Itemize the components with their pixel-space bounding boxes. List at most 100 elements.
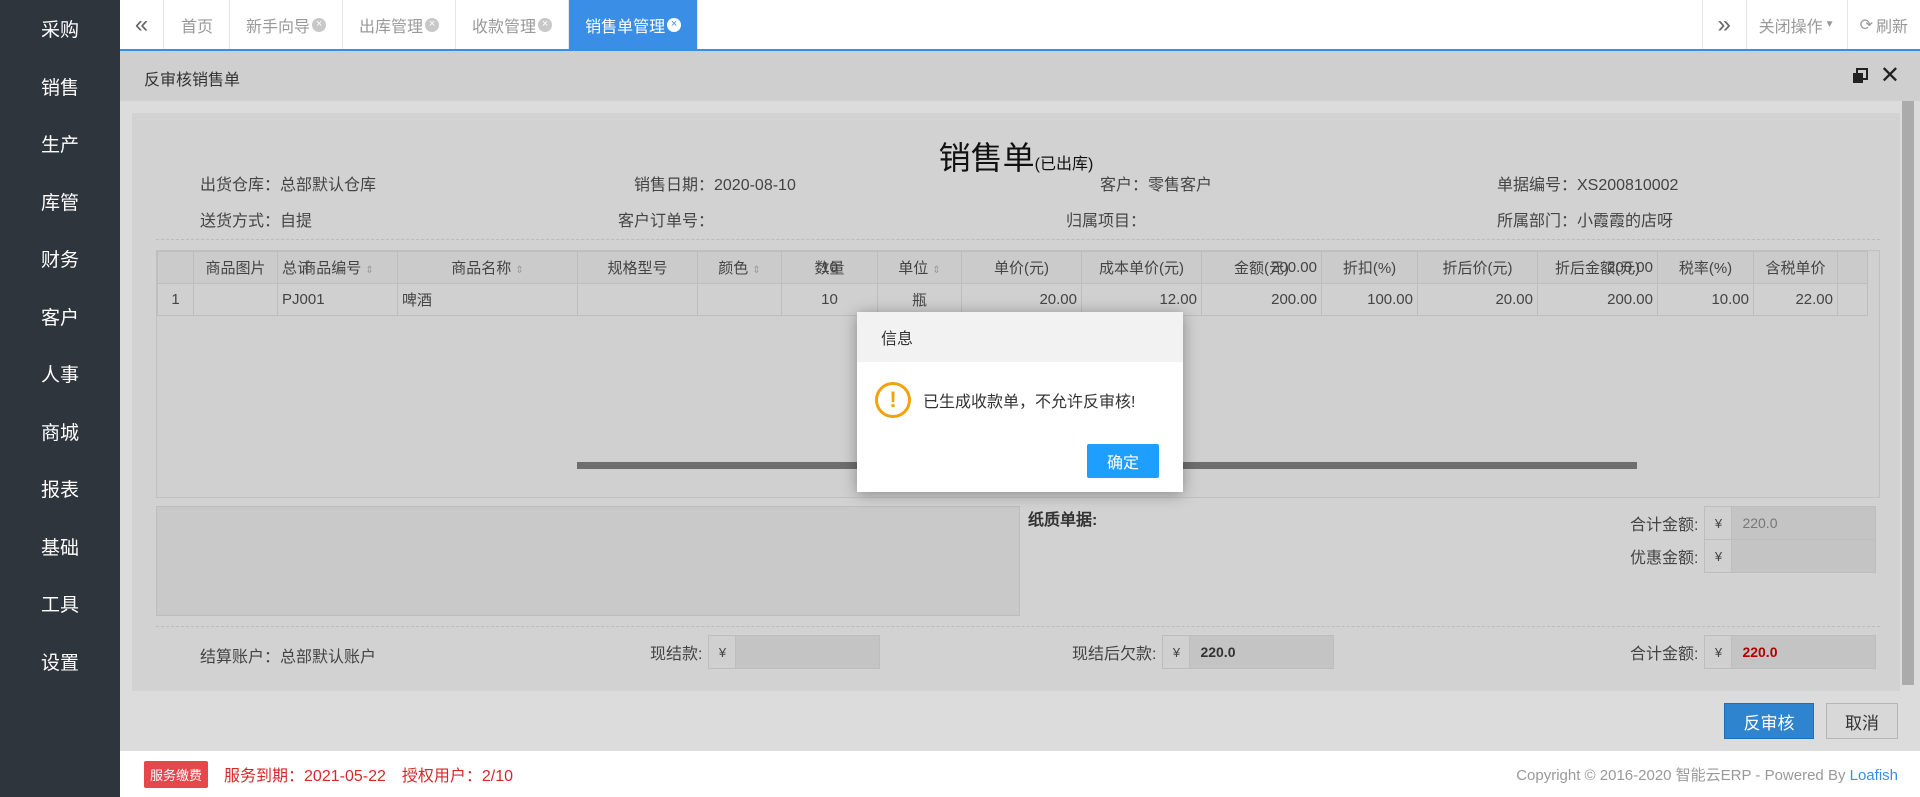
divider <box>156 626 1880 627</box>
window-title-bar: 反审核销售单 ✕ <box>120 51 1920 101</box>
total-cell <box>877 251 962 284</box>
total-amount-input[interactable]: 220.0 <box>1732 635 1877 669</box>
warning-icon: ! <box>875 382 911 418</box>
tab-scroll-right-icon[interactable]: » <box>1701 0 1746 49</box>
total-cell <box>1657 251 1754 284</box>
sidebar: 采购 销售 生产 库管 财务 客户 人事 商城 报表 基础 工具 设置 <box>0 0 120 797</box>
info-dialog: 信息 ! 已生成收款单，不允许反审核! 确定 <box>857 312 1183 492</box>
sidebar-item-purchase[interactable]: 采购 <box>0 0 120 58</box>
sidebar-item-reports[interactable]: 报表 <box>0 460 120 518</box>
refresh-button[interactable]: ⟳ 刷新 <box>1846 0 1920 49</box>
sum-amount-input[interactable]: 220.0 <box>1732 506 1877 540</box>
doc-status: (已出库) <box>1034 156 1094 173</box>
licensed-users-text: 授权用户：2/10 <box>401 768 514 785</box>
cell-tax-price[interactable]: 22.00 <box>1753 283 1838 316</box>
dialog-title: 信息 <box>857 312 1183 362</box>
doc-title-text: 销售单 <box>938 140 1035 176</box>
refresh-icon: ⟳ <box>1859 16 1873 34</box>
total-cell <box>1417 251 1538 284</box>
copyright-text: Copyright © 2016-2020 智能云ERP - Powered B… <box>1516 764 1898 785</box>
close-icon[interactable]: ✕ <box>1880 61 1900 90</box>
tab-home[interactable]: 首页 <box>165 0 231 49</box>
cell-disc-amount[interactable]: 200.00 <box>1537 283 1658 316</box>
close-operations-label: 关闭操作 <box>1758 18 1823 36</box>
sidebar-item-mall[interactable]: 商城 <box>0 403 120 461</box>
field-customer: 客户：零售客户 <box>1100 177 1213 194</box>
cell-discount[interactable]: 100.00 <box>1321 283 1418 316</box>
close-icon[interactable]: × <box>425 17 440 32</box>
total-cell <box>1837 251 1868 284</box>
tab-scroll-left-icon[interactable]: « <box>120 0 164 49</box>
service-pay-badge[interactable]: 服务缴费 <box>144 760 209 788</box>
sidebar-item-hr[interactable]: 人事 <box>0 345 120 403</box>
sidebar-item-inventory[interactable]: 库管 <box>0 173 120 231</box>
cell-unit[interactable]: 瓶 <box>877 283 962 316</box>
total-cell <box>193 251 278 284</box>
close-icon[interactable]: × <box>538 17 553 32</box>
close-operations-dropdown[interactable]: 关闭操作 ▼ <box>1745 0 1847 49</box>
owe-row: 现结后欠款: ¥ 220.0 <box>1072 635 1335 669</box>
remark-textarea[interactable] <box>156 506 1020 616</box>
close-icon[interactable]: × <box>667 17 682 32</box>
sum-amount-row: 合计金额: ¥ 220.0 <box>1630 506 1877 540</box>
tab-guide[interactable]: 新手向导 × <box>230 0 344 49</box>
tab-label: 首页 <box>181 18 214 36</box>
sidebar-item-settings[interactable]: 设置 <box>0 633 120 691</box>
field-customer-order: 客户订单号： <box>618 213 715 230</box>
cell-price[interactable]: 20.00 <box>961 283 1082 316</box>
dialog-body: ! 已生成收款单，不允许反审核! <box>875 382 1135 418</box>
maximize-icon[interactable] <box>1852 68 1868 84</box>
cell-code[interactable]: PJ001 <box>277 283 398 316</box>
field-delivery: 送货方式：自提 <box>200 213 313 230</box>
sidebar-item-tools[interactable]: 工具 <box>0 575 120 633</box>
reverse-audit-button[interactable]: 反审核 <box>1724 703 1814 739</box>
confirm-button[interactable]: 确定 <box>1087 444 1159 478</box>
sidebar-item-sales[interactable]: 销售 <box>0 58 120 116</box>
owe-input[interactable]: 220.0 <box>1190 635 1335 669</box>
cell-spec[interactable] <box>577 283 698 316</box>
cell-disc-price[interactable]: 20.00 <box>1417 283 1538 316</box>
tab-sales-orders[interactable]: 销售单管理 × <box>569 0 699 49</box>
cell-cost[interactable]: 12.00 <box>1081 283 1202 316</box>
paper-bill-label: 纸质单据: <box>1028 512 1098 529</box>
cell-image <box>193 283 278 316</box>
total-cell <box>1081 251 1202 284</box>
tab-outbound[interactable]: 出库管理 × <box>343 0 457 49</box>
total-cell <box>961 251 1082 284</box>
sidebar-item-basics[interactable]: 基础 <box>0 518 120 576</box>
sidebar-item-production[interactable]: 生产 <box>0 115 120 173</box>
sidebar-item-finance[interactable]: 财务 <box>0 230 120 288</box>
vertical-scrollbar[interactable] <box>1902 101 1914 685</box>
tab-bar: « 首页 新手向导 × 出库管理 × 收款管理 × 销售单管理 × » 关闭操作 ▼ ⟳ 刷… <box>120 0 1920 51</box>
sidebar-item-customer[interactable]: 客户 <box>0 288 120 346</box>
total-qty: 10 <box>781 251 878 284</box>
discount-amount-label: 优惠金额: <box>1630 550 1699 567</box>
total-cell <box>157 251 194 284</box>
cell-tax[interactable]: 10.00 <box>1657 283 1754 316</box>
cell-qty[interactable]: 10 <box>781 283 878 316</box>
cancel-button[interactable]: 取消 <box>1826 703 1898 739</box>
tab-receipts[interactable]: 收款管理 × <box>456 0 570 49</box>
close-icon[interactable]: × <box>312 17 327 32</box>
brand-link[interactable]: Loafish <box>1850 767 1898 784</box>
cell-name[interactable]: 啤酒 <box>397 283 578 316</box>
total-amount: 200.00 <box>1201 251 1322 284</box>
cell-color[interactable] <box>697 283 782 316</box>
cash-row: 现结款: ¥ <box>650 635 881 669</box>
tab-list: 首页 新手向导 × 出库管理 × 收款管理 × 销售单管理 × <box>165 0 699 49</box>
total-label: 总计 <box>277 251 398 284</box>
grid-total-row: 总计 10 200.00 200.00 <box>157 251 1868 284</box>
cash-input[interactable] <box>736 635 881 669</box>
cell-amount[interactable]: 200.00 <box>1201 283 1322 316</box>
tab-label: 收款管理 <box>472 18 537 36</box>
total-cell <box>1753 251 1838 284</box>
tab-actions: » 关闭操作 ▼ ⟳ 刷新 <box>1701 0 1920 49</box>
field-account: 结算账户：总部默认账户 <box>200 649 377 666</box>
total-disc-amount: 200.00 <box>1537 251 1658 284</box>
currency-icon: ¥ <box>1704 539 1733 573</box>
dialog-message: 已生成收款单，不允许反审核! <box>923 394 1136 411</box>
total-cell <box>1321 251 1418 284</box>
discount-amount-input[interactable] <box>1732 539 1877 573</box>
total-cell <box>577 251 698 284</box>
table-row[interactable]: 1 PJ001 啤酒 10 瓶 20.00 12.00 200.00 100.0… <box>157 283 1868 316</box>
